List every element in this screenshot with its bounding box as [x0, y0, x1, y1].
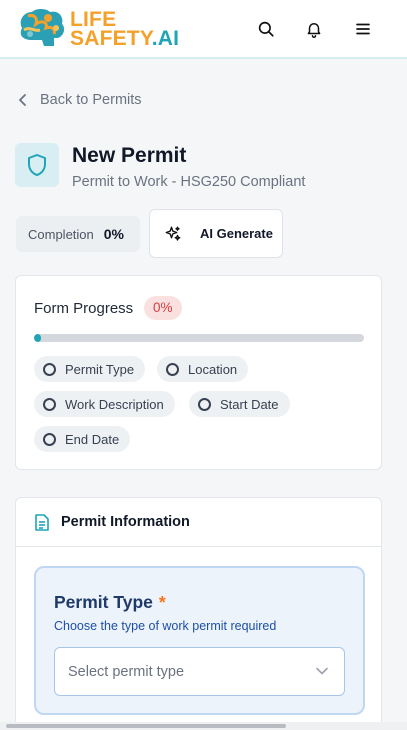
progress-item-label: Permit Type: [65, 361, 135, 377]
progress-item-label: End Date: [65, 431, 120, 447]
progress-item-work-description[interactable]: Work Description: [34, 391, 175, 417]
permit-information-header: Permit Information: [16, 498, 381, 547]
required-mark: *: [158, 592, 166, 612]
logo-safety: SAFETY: [70, 27, 152, 50]
back-link-label: Back to Permits: [40, 92, 142, 108]
permit-type-help: Choose the type of work permit required: [54, 619, 277, 633]
circle-icon: [43, 397, 56, 411]
permit-information-title: Permit Information: [61, 514, 190, 530]
logo-line-2: SAFETY.AI: [70, 27, 180, 50]
permit-type-placeholder: Select permit type: [68, 663, 185, 680]
permit-type-field: Permit Type * Choose the type of work per…: [34, 566, 365, 715]
chevron-left-icon: [19, 94, 26, 106]
form-progress-fill: [34, 334, 41, 342]
circle-icon: [43, 432, 56, 446]
progress-item-label: Start Date: [220, 396, 279, 412]
logo-wordmark: LIFE SAFETY.AI: [70, 9, 180, 50]
permit-type-label: Permit Type *: [54, 592, 166, 613]
progress-item-end-date[interactable]: End Date: [34, 426, 131, 452]
page-subtitle: Permit to Work - HSG250 Compliant: [72, 174, 306, 190]
form-progress-badge: 0%: [144, 296, 182, 320]
logo-ai: .AI: [151, 27, 180, 50]
progress-item-start-date[interactable]: Start Date: [189, 391, 290, 417]
document-icon: [35, 513, 49, 531]
page-title: New Permit: [72, 144, 187, 167]
completion-label: Completion: [28, 226, 94, 242]
form-progress-bar: [34, 334, 364, 342]
progress-item-location[interactable]: Location: [157, 356, 249, 382]
menu-icon[interactable]: [353, 19, 373, 39]
form-progress-card: Form Progress 0% Permit Type Location Wo…: [15, 275, 382, 470]
ai-generate-label: AI Generate: [200, 226, 273, 241]
progress-item-label: Work Description: [65, 396, 164, 412]
search-icon[interactable]: [256, 19, 276, 39]
app-logo[interactable]: LIFE SAFETY.AI: [14, 6, 179, 52]
circle-icon: [198, 397, 211, 411]
sparkles-icon: [165, 226, 181, 241]
completion-badge: Completion 0%: [16, 216, 140, 252]
permit-type-select[interactable]: Select permit type: [54, 647, 345, 696]
back-to-permits-link[interactable]: Back to Permits: [18, 92, 142, 108]
completion-value: 0%: [103, 226, 124, 242]
chevron-down-icon: [316, 667, 328, 675]
permit-information-card: Permit Information Permit Type * Choose t…: [15, 497, 382, 730]
progress-item-label: Location: [188, 361, 238, 377]
brain-logo-icon: [20, 9, 65, 46]
circle-icon: [43, 362, 56, 376]
form-progress-title: Form Progress: [34, 300, 134, 317]
permit-type-label-text: Permit Type: [54, 592, 153, 612]
app-header: LIFE SAFETY.AI: [0, 0, 407, 59]
horizontal-scrollbar[interactable]: [0, 722, 407, 730]
ai-generate-button[interactable]: AI Generate: [149, 209, 283, 258]
progress-item-permit-type[interactable]: Permit Type: [34, 356, 146, 382]
bell-icon[interactable]: [304, 19, 324, 39]
shield-icon: [15, 143, 59, 187]
scrollbar-thumb[interactable]: [6, 724, 286, 728]
circle-icon: [166, 362, 179, 376]
